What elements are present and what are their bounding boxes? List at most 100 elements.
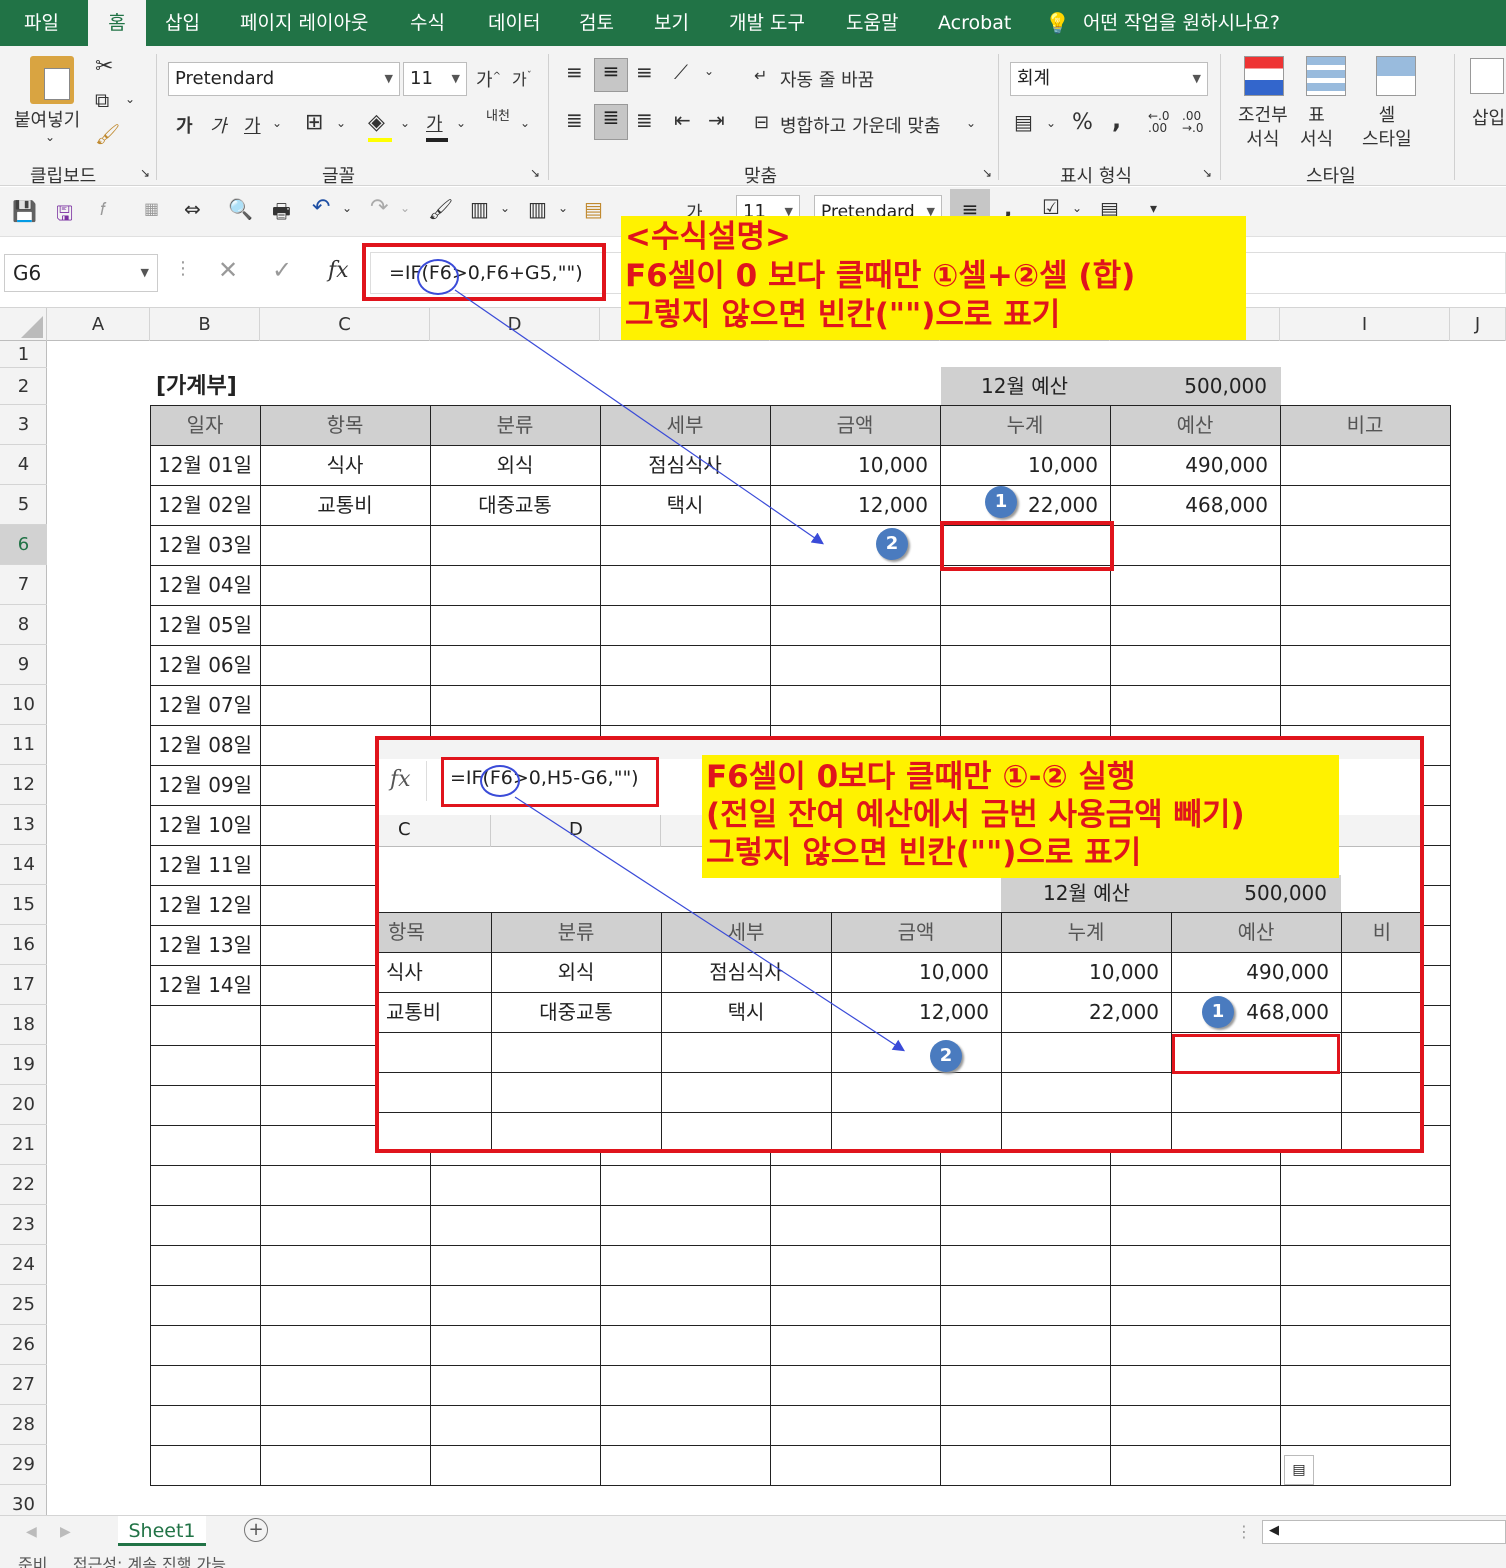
table-cell[interactable] <box>430 685 600 725</box>
format-table-icon[interactable] <box>1306 56 1346 96</box>
table-cell[interactable] <box>1280 445 1450 485</box>
name-box[interactable]: G6 ▼ <box>4 254 158 292</box>
table-cell[interactable]: 대중교통 <box>430 485 600 525</box>
table-icon[interactable]: ▤ <box>584 197 603 221</box>
underline-dropdown-icon[interactable]: ⌄ <box>272 116 282 130</box>
select-all-corner[interactable] <box>0 308 47 341</box>
row-header-24[interactable]: 24 <box>0 1245 47 1285</box>
table-cell[interactable] <box>770 565 940 605</box>
tab-home[interactable]: 홈 <box>88 0 146 46</box>
font-color-button[interactable]: 가 <box>426 110 443 136</box>
bold-button[interactable]: 가 <box>176 112 193 138</box>
tab-acrobat[interactable]: Acrobat <box>938 0 1011 46</box>
fill-color-icon[interactable]: ◈ <box>368 110 385 135</box>
table-cell[interactable]: 식사 <box>260 445 430 485</box>
paste-dropdown-icon[interactable]: ⌄ <box>45 130 55 144</box>
row-header-7[interactable]: 7 <box>0 565 47 605</box>
tab-help[interactable]: 도움말 <box>846 0 898 46</box>
italic-button[interactable]: 가 <box>210 112 227 138</box>
conditional-format-icon[interactable] <box>1244 56 1284 96</box>
table-cell[interactable] <box>1280 685 1450 725</box>
tab-formulas[interactable]: 수식 <box>410 0 445 46</box>
tab-data[interactable]: 데이터 <box>488 0 540 46</box>
table-cell[interactable] <box>600 645 770 685</box>
redo-icon[interactable]: ↷ <box>370 195 388 220</box>
table-cell[interactable]: 22,000 <box>940 485 1110 525</box>
scroll-left-icon[interactable]: ◀ <box>1269 1523 1279 1538</box>
table-cell[interactable] <box>1110 525 1280 565</box>
table-cell[interactable]: 490,000 <box>1110 445 1280 485</box>
paste-icon[interactable] <box>30 56 74 104</box>
horizontal-scrollbar[interactable]: ◀ <box>1262 1520 1506 1544</box>
table-cell[interactable] <box>600 605 770 645</box>
phonetic-button[interactable]: 내천 <box>486 110 512 123</box>
insert-column-icon[interactable]: ▥ <box>470 197 489 221</box>
print-preview-icon[interactable]: 🔍 <box>228 197 253 221</box>
table-cell[interactable] <box>1280 525 1450 565</box>
table-cell[interactable] <box>260 565 430 605</box>
table-cell[interactable]: 12월 04일 <box>150 565 260 605</box>
undo-dropdown-icon[interactable]: ⌄ <box>342 201 352 215</box>
align-left-icon[interactable]: ≣ <box>566 108 583 132</box>
table-cell[interactable]: 택시 <box>600 485 770 525</box>
copy-icon[interactable]: ⧉ <box>95 88 109 112</box>
table-cell[interactable] <box>1110 605 1280 645</box>
align-right-icon[interactable]: ≣ <box>636 108 653 132</box>
conditional-format-button[interactable]: 조건부 서식 <box>1238 104 1288 152</box>
table-header-cell[interactable]: 항목 <box>260 405 430 445</box>
insert-dropdown-icon[interactable]: ⌄ <box>500 201 510 215</box>
increase-font-icon[interactable]: 가^ <box>476 66 501 92</box>
comma-button[interactable]: , <box>1112 106 1121 134</box>
sheet-tab-sheet1[interactable]: Sheet1 <box>118 1516 206 1546</box>
table-cell[interactable] <box>940 565 1110 605</box>
clipboard-launcher-icon[interactable]: ↘ <box>140 166 150 180</box>
table-cell[interactable] <box>770 645 940 685</box>
row-header-12[interactable]: 12 <box>0 765 47 805</box>
table-cell[interactable] <box>600 685 770 725</box>
wrap-text-button[interactable]: 자동 줄 바꿈 <box>780 66 874 92</box>
calculator-icon[interactable]: ▦ <box>144 199 159 218</box>
column-header-i[interactable]: I <box>1280 308 1450 341</box>
table-header-cell[interactable]: 누계 <box>940 405 1110 445</box>
table-cell[interactable]: 12월 07일 <box>150 685 260 725</box>
table-cell[interactable]: 12월 14일 <box>150 965 260 1005</box>
table-header-cell[interactable]: 분류 <box>430 405 600 445</box>
delete-column-icon[interactable]: ▥ <box>528 197 547 221</box>
row-header-17[interactable]: 17 <box>0 965 47 1005</box>
align-middle-icon[interactable]: ≡ <box>594 58 628 92</box>
merge-dropdown-icon[interactable]: ⌄ <box>966 116 976 130</box>
table-cell[interactable] <box>430 605 600 645</box>
table-cell[interactable]: 12월 10일 <box>150 805 260 845</box>
table-header-cell[interactable]: 세부 <box>600 405 770 445</box>
accounting-dropdown-icon[interactable]: ⌄ <box>1046 116 1056 130</box>
row-header-21[interactable]: 21 <box>0 1125 47 1165</box>
table-cell[interactable] <box>430 525 600 565</box>
paste-options-icon[interactable]: ▤ <box>1284 1455 1314 1485</box>
row-header-3[interactable]: 3 <box>0 405 47 445</box>
table-cell[interactable]: 점심식사 <box>600 445 770 485</box>
table-cell[interactable]: 12월 05일 <box>150 605 260 645</box>
borders-dropdown-icon[interactable]: ⌄ <box>336 116 346 130</box>
table-cell[interactable] <box>1280 565 1450 605</box>
align-center-icon[interactable]: ≣ <box>594 104 628 140</box>
row-header-18[interactable]: 18 <box>0 1005 47 1045</box>
table-cell[interactable] <box>1280 645 1450 685</box>
font-name-combo[interactable]: Pretendard ▼ <box>168 62 400 96</box>
phonetic-dropdown-icon[interactable]: ⌄ <box>520 116 530 130</box>
row-header-8[interactable]: 8 <box>0 605 47 645</box>
customize-qat-icon[interactable]: ▾ <box>1150 201 1157 217</box>
insert-function-button[interactable]: fx <box>328 258 349 283</box>
row-header-20[interactable]: 20 <box>0 1085 47 1125</box>
save-icon[interactable]: 💾 <box>12 199 37 223</box>
table-header-cell[interactable]: 금액 <box>770 405 940 445</box>
paste-button[interactable]: 붙여넣기 <box>14 106 80 132</box>
table-cell[interactable] <box>260 645 430 685</box>
qat-check-dropdown-icon[interactable]: ⌄ <box>1072 201 1082 215</box>
decrease-font-icon[interactable]: 가ˇ <box>512 66 532 90</box>
font-launcher-icon[interactable]: ↘ <box>530 166 540 180</box>
merge-center-button[interactable]: 병합하고 가운데 맞춤 <box>780 112 940 138</box>
tab-review[interactable]: 검토 <box>579 0 614 46</box>
table-cell[interactable]: 12월 01일 <box>150 445 260 485</box>
table-cell[interactable] <box>600 565 770 605</box>
table-cell[interactable] <box>260 605 430 645</box>
